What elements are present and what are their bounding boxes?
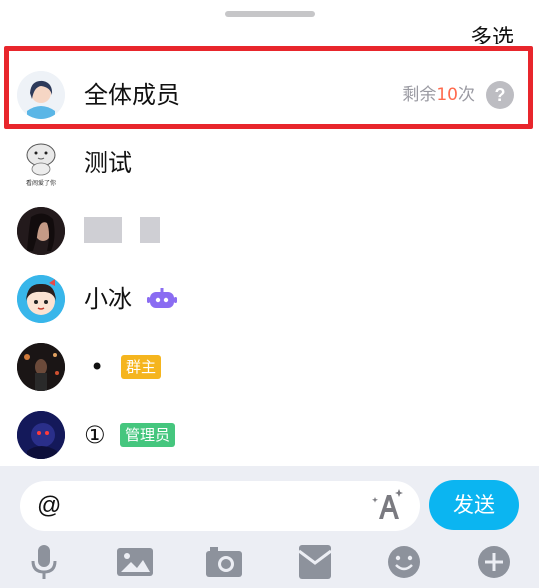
highlight-box [4,46,533,129]
admin-badge: 管理员 [120,423,176,447]
input-value: @ [37,492,62,519]
avatar [17,275,65,323]
blurred-name [84,217,122,243]
member-name: • [90,353,105,381]
list-item-member[interactable]: • 群主 [0,333,539,401]
owner-badge: 群主 [121,355,162,379]
message-input[interactable]: @ [20,481,420,531]
avatar [17,207,65,255]
avatar [17,343,65,391]
list-item-member[interactable]: 小冰 [0,265,539,333]
font-style-icon[interactable] [370,487,406,523]
plus-icon[interactable] [476,545,512,579]
composer-bar: @ 发送 [0,466,539,588]
microphone-icon[interactable] [26,545,62,579]
svg-text:看闹爱了你: 看闹爱了你 [26,179,56,187]
list-item-member[interactable] [0,197,539,265]
member-name: 小冰 [84,285,132,313]
list-item-member[interactable]: ① 管理员 [0,401,539,469]
red-packet-icon[interactable] [297,545,333,579]
drag-handle[interactable] [225,11,315,17]
multi-select-button[interactable]: 多选 [470,26,514,44]
camera-icon[interactable] [206,545,242,579]
avatar [17,411,65,459]
member-name: 测试 [84,149,132,177]
robot-icon [147,288,177,308]
avatar-caption: 看闹爱了你 [26,179,56,187]
image-icon[interactable] [117,545,153,579]
emoji-icon[interactable] [386,545,422,579]
send-button[interactable]: 发送 [429,480,519,530]
blurred-name [140,217,160,243]
list-item-member[interactable]: 看闹爱了你 测试 [0,129,539,197]
member-name: ① [84,421,106,449]
